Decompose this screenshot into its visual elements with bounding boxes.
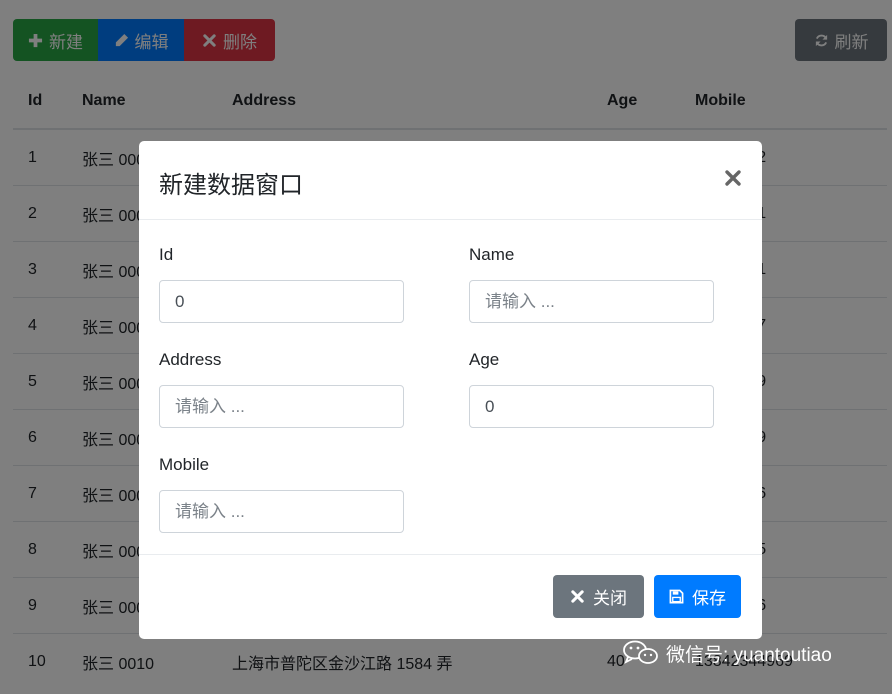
address-field: Address <box>159 350 404 428</box>
watermark-text: 微信号: yuantoutiao <box>666 644 832 666</box>
save-button-label: 保存 <box>692 589 726 608</box>
age-field: Age <box>469 350 714 428</box>
name-input[interactable] <box>469 280 714 323</box>
age-input[interactable] <box>469 385 714 428</box>
modal-title: 新建数据窗口 <box>159 172 303 199</box>
modal-close-button[interactable] <box>722 167 744 189</box>
id-input[interactable] <box>159 280 404 323</box>
address-input[interactable] <box>159 385 404 428</box>
name-field: Name <box>469 245 714 323</box>
id-label: Id <box>159 245 174 264</box>
wechat-watermark: 微信号: yuantoutiao <box>620 638 832 668</box>
wechat-icon <box>623 640 658 664</box>
address-label: Address <box>159 350 222 369</box>
id-field: Id <box>159 245 404 323</box>
close-button[interactable]: 关闭 <box>553 575 644 618</box>
create-dialog: 新建数据窗口 Id Name Address Age <box>139 141 762 639</box>
mobile-label: Mobile <box>159 455 210 474</box>
data-table-page: 新建 编辑 删除 刷新 Id Name Address Age Mobile 1… <box>0 0 892 694</box>
name-label: Name <box>469 245 515 264</box>
mobile-input[interactable] <box>159 490 404 533</box>
age-label: Age <box>469 350 500 369</box>
close-icon <box>725 170 741 186</box>
close-icon <box>571 590 584 603</box>
mobile-field: Mobile <box>159 455 404 533</box>
floppy-disk-icon <box>669 589 684 604</box>
modal-header: 新建数据窗口 <box>139 141 762 220</box>
modal-footer: 关闭 保存 <box>139 554 762 640</box>
save-button[interactable]: 保存 <box>654 575 741 618</box>
close-button-label: 关闭 <box>593 589 627 608</box>
